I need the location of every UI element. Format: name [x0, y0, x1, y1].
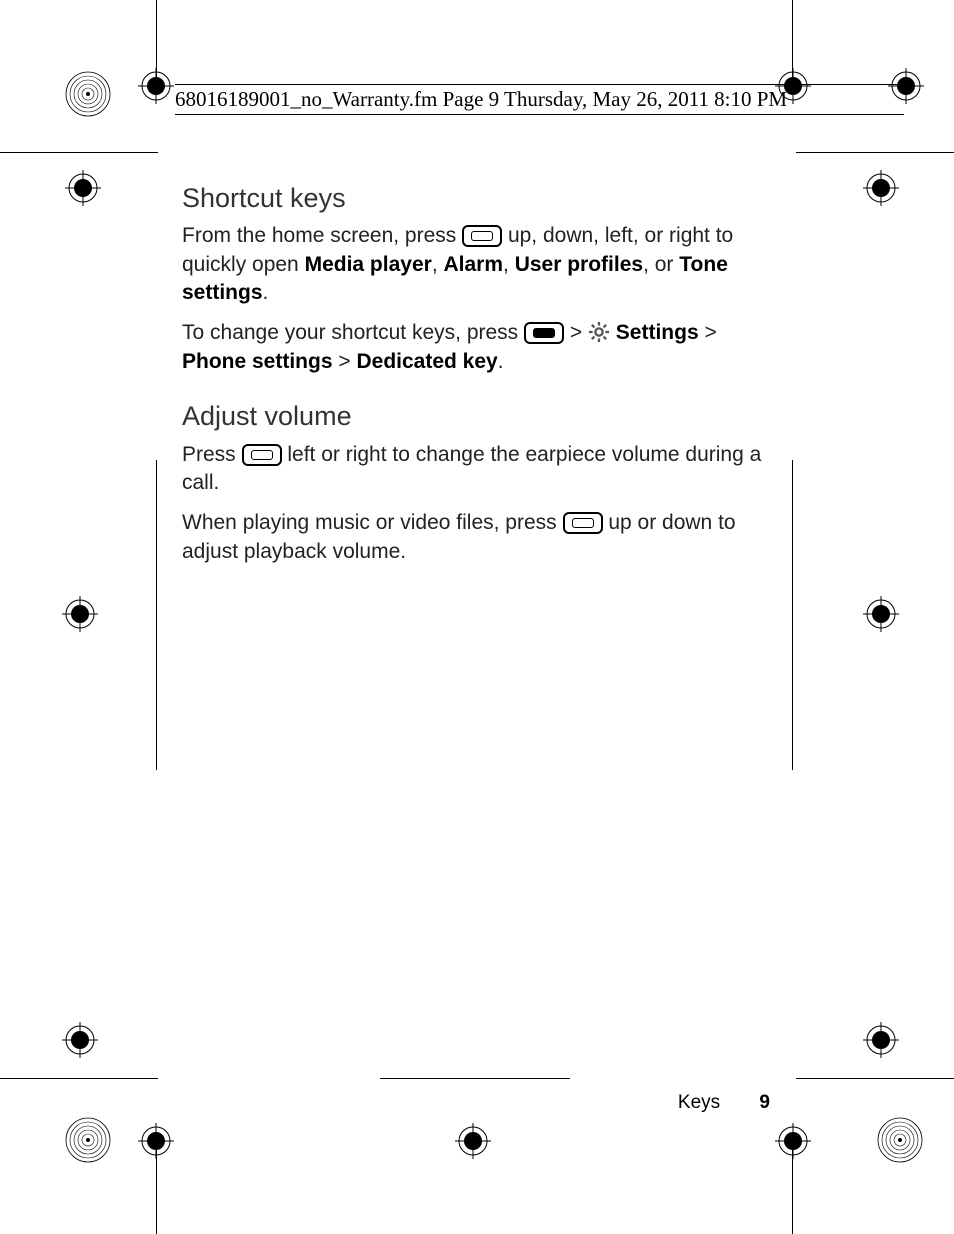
registration-mark-icon	[62, 596, 98, 632]
text-run: To change your shortcut keys, press	[182, 321, 524, 344]
text-run: .	[263, 281, 269, 304]
page-content: Shortcut keys From the home screen, pres…	[182, 180, 767, 578]
registration-mark-icon	[863, 1022, 899, 1058]
nav-key-icon	[462, 225, 502, 247]
bold-text: Alarm	[443, 253, 503, 276]
registration-mark-icon	[863, 596, 899, 632]
page-header-slug: 68016189001_no_Warranty.fm Page 9 Thursd…	[175, 84, 904, 115]
text-run: .	[498, 350, 504, 373]
bold-text: User profiles	[515, 253, 643, 276]
page-number: 9	[759, 1092, 770, 1113]
registration-mark-icon	[775, 1123, 811, 1159]
paragraph: When playing music or video files, press…	[182, 509, 767, 566]
nav-key-icon	[563, 512, 603, 534]
text-run: , or	[643, 253, 679, 276]
crop-line	[796, 1078, 954, 1079]
paragraph: Press left or right to change the earpie…	[182, 441, 767, 498]
footer-section-label: Keys	[678, 1092, 720, 1113]
bold-text: Settings	[616, 321, 699, 344]
registration-mark-icon	[138, 1123, 174, 1159]
gear-icon	[588, 321, 610, 343]
crop-line	[0, 152, 158, 153]
text-run: >	[333, 350, 357, 373]
crop-line	[792, 460, 793, 770]
heading-adjust-volume: Adjust volume	[182, 398, 767, 434]
spiral-mark-icon	[64, 70, 112, 118]
paragraph: From the home screen, press up, down, le…	[182, 222, 767, 307]
text-run: >	[564, 321, 588, 344]
spiral-mark-icon	[876, 1116, 924, 1164]
text-run: When playing music or video files, press	[182, 511, 563, 534]
text-run: Press	[182, 443, 242, 466]
crop-line	[796, 152, 954, 153]
registration-mark-icon	[455, 1123, 491, 1159]
center-key-icon	[524, 322, 564, 344]
bold-text: Media player	[305, 253, 432, 276]
heading-shortcut-keys: Shortcut keys	[182, 180, 767, 216]
nav-key-icon	[242, 444, 282, 466]
crop-line	[156, 460, 157, 770]
spiral-mark-icon	[64, 1116, 112, 1164]
registration-mark-icon	[62, 1022, 98, 1058]
page-footer: Keys 9	[0, 1092, 770, 1114]
bold-text: Phone settings	[182, 350, 333, 373]
text-run: ,	[503, 253, 515, 276]
text-run: ,	[432, 253, 444, 276]
registration-mark-icon	[138, 68, 174, 104]
bold-text: Dedicated key	[356, 350, 497, 373]
registration-mark-icon	[65, 170, 101, 206]
text-run: >	[699, 321, 717, 344]
text-run: From the home screen, press	[182, 224, 462, 247]
crop-line	[380, 1078, 570, 1079]
crop-line	[0, 1078, 158, 1079]
paragraph: To change your shortcut keys, press > Se…	[182, 319, 767, 376]
registration-mark-icon	[863, 170, 899, 206]
